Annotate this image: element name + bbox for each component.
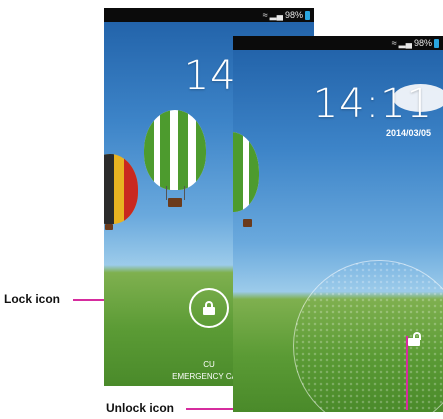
status-bar: ≈ ▂▄ 98% [104,8,314,22]
signal-icon: ▂▄ [398,37,412,48]
lockscreen-unlocking: ≈ ▂▄ 98% 14:11 2014/03/05 [233,36,443,412]
battery-icon [305,10,310,20]
hot-air-balloon [104,154,138,224]
balloon-basket [168,198,182,207]
unlock-icon[interactable] [408,332,421,346]
balloon-basket [243,219,252,227]
battery-percent: 98% [284,10,303,20]
status-bar: ≈ ▂▄ 98% [233,36,443,50]
unlock-callout-line-v [406,336,408,410]
clock-date: 2014/03/05 [385,128,431,138]
wifi-icon: ≈ [262,10,268,20]
balloon-basket [105,224,113,230]
signal-icon: ▂▄ [269,9,283,20]
unlock-icon-callout: Unlock icon [106,401,175,415]
battery-percent: 98% [413,38,432,48]
lock-icon [203,301,215,315]
lock-icon-callout: Lock icon [4,292,61,306]
wifi-icon: ≈ [391,38,397,48]
battery-icon [434,38,439,48]
hot-air-balloon [144,110,206,190]
lock-button[interactable] [189,288,229,328]
hot-air-balloon [233,132,259,212]
clock-time: 14:11 [312,81,433,127]
